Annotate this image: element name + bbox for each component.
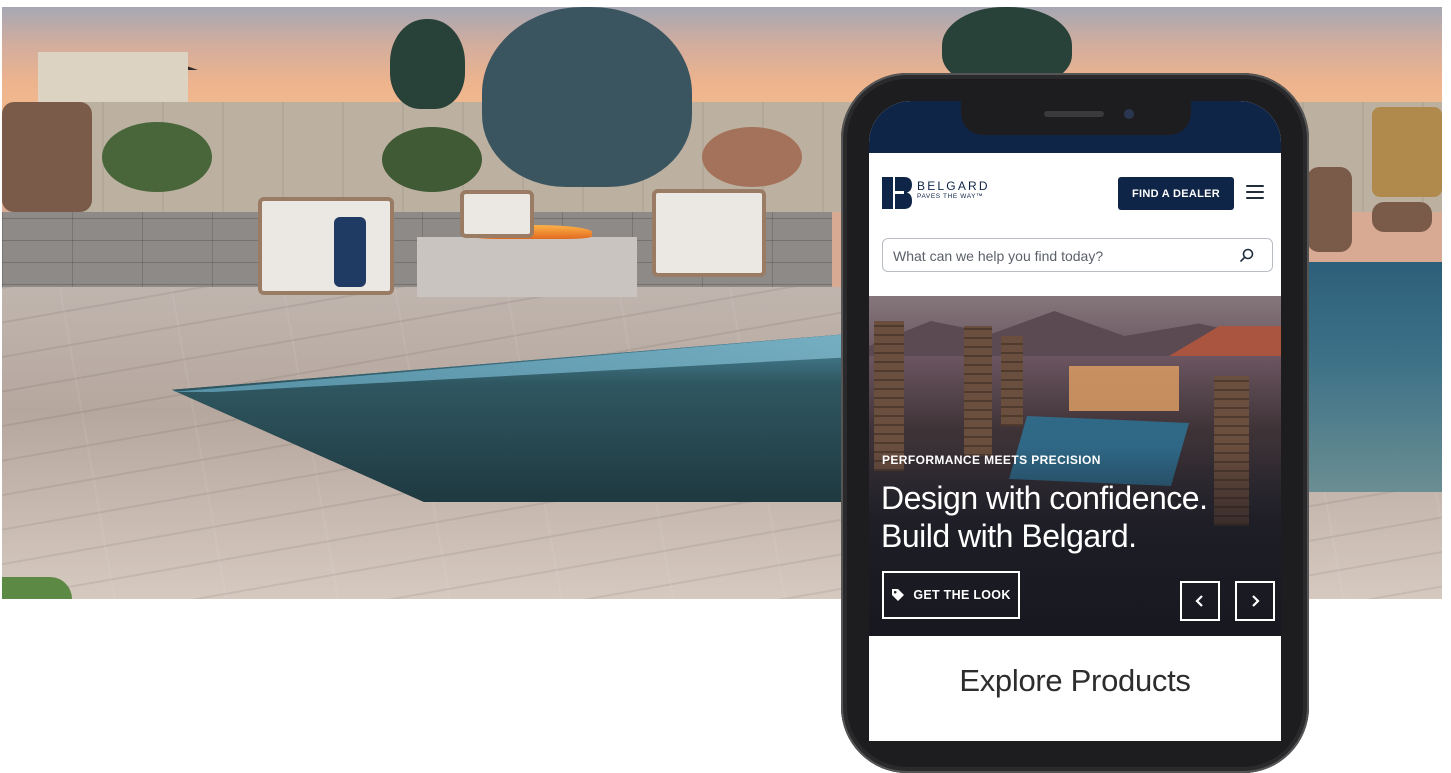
search-input[interactable] bbox=[891, 239, 1225, 273]
logo-name: BELGARD bbox=[917, 179, 990, 193]
stone-pillar bbox=[964, 326, 992, 456]
phone-notch bbox=[961, 101, 1191, 135]
blanket bbox=[334, 217, 366, 287]
carousel-prev-button[interactable] bbox=[1180, 581, 1220, 621]
chevron-left-icon bbox=[1195, 595, 1203, 607]
explore-products-heading: Explore Products bbox=[959, 663, 1191, 698]
hero-eyebrow: PERFORMANCE MEETS PRECISION bbox=[882, 453, 1101, 467]
fire-pit bbox=[417, 237, 637, 297]
get-the-look-button[interactable]: GET THE LOOK bbox=[882, 571, 1020, 619]
front-camera bbox=[1124, 109, 1134, 119]
patio-chair bbox=[258, 197, 394, 295]
patio-chair bbox=[460, 190, 534, 238]
search-icon[interactable] bbox=[1240, 248, 1254, 262]
find-dealer-button[interactable]: FIND A DEALER bbox=[1118, 177, 1234, 210]
search-bar[interactable] bbox=[882, 238, 1273, 273]
swimming-pool bbox=[1307, 262, 1442, 492]
hamburger-menu-icon[interactable] bbox=[1246, 185, 1264, 201]
belgard-logo-icon[interactable] bbox=[882, 177, 912, 209]
get-the-look-label: GET THE LOOK bbox=[913, 588, 1011, 602]
hero-headline: Design with confidence. Build with Belga… bbox=[881, 480, 1208, 554]
carousel-next-button[interactable] bbox=[1235, 581, 1275, 621]
evergreen-tree bbox=[482, 7, 692, 187]
boulder bbox=[1372, 202, 1432, 232]
status-bar bbox=[869, 101, 1281, 153]
grass-plants bbox=[1372, 107, 1442, 197]
tree bbox=[390, 19, 465, 109]
lawn bbox=[2, 577, 72, 599]
house bbox=[38, 52, 188, 102]
patio-chair bbox=[652, 189, 766, 277]
chevron-right-icon bbox=[1252, 595, 1260, 607]
boulder bbox=[1307, 167, 1352, 252]
phone-screen: BELGARD PAVES THE WAY™ FIND A DEALER PER… bbox=[869, 101, 1281, 741]
stone-pillar bbox=[1001, 336, 1023, 426]
tag-icon bbox=[892, 589, 905, 601]
shrub bbox=[102, 122, 212, 192]
logo-tagline: PAVES THE WAY™ bbox=[917, 193, 984, 200]
boulder bbox=[2, 102, 92, 212]
shrub bbox=[702, 127, 802, 187]
hero-lit-patio bbox=[1069, 366, 1179, 411]
site-header: BELGARD PAVES THE WAY™ FIND A DEALER bbox=[869, 153, 1281, 233]
logo-wordmark[interactable]: BELGARD PAVES THE WAY™ bbox=[917, 180, 990, 201]
hero-banner: PERFORMANCE MEETS PRECISION Design with … bbox=[869, 296, 1281, 636]
speaker-grille bbox=[1044, 111, 1104, 117]
shrub bbox=[382, 127, 482, 192]
